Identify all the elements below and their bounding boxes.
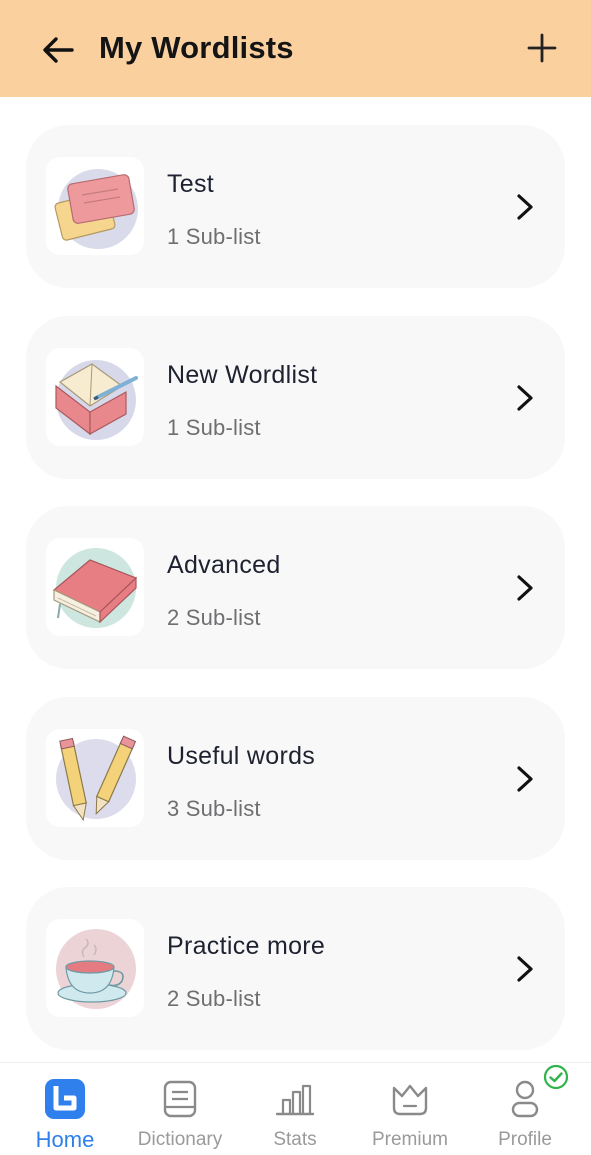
add-wordlist-button[interactable] xyxy=(522,28,562,68)
wordlist-thumbnail xyxy=(46,729,144,827)
bar-chart-icon xyxy=(273,1077,317,1121)
index-cards-icon xyxy=(54,169,138,249)
header-bar: My Wordlists xyxy=(0,0,591,97)
home-logo-icon xyxy=(43,1077,87,1121)
wordlist-thumbnail xyxy=(46,348,144,446)
nav-profile-label: Profile xyxy=(498,1129,552,1150)
dictionary-book-icon xyxy=(158,1077,202,1121)
wordlist-title: Advanced xyxy=(167,551,281,579)
wordlist-card[interactable]: Advanced 2 Sub-list xyxy=(26,506,565,669)
check-circle-icon xyxy=(543,1064,569,1090)
wordlist-sublist-count: 3 Sub-list xyxy=(167,796,261,821)
wordlist-sublist-count: 2 Sub-list xyxy=(167,986,261,1011)
wordlist-sublist-count: 2 Sub-list xyxy=(167,605,261,630)
chevron-right-icon xyxy=(517,575,533,601)
wordlist-title: New Wordlist xyxy=(167,361,318,389)
chevron-right-icon xyxy=(517,956,533,982)
wordlist-thumbnail xyxy=(46,157,144,255)
nav-premium-label: Premium xyxy=(371,1129,448,1150)
crown-icon xyxy=(388,1077,432,1121)
wordlist-card[interactable]: Useful words 3 Sub-list xyxy=(26,697,565,860)
chevron-right-icon xyxy=(517,385,533,411)
chevron-right-icon xyxy=(517,194,533,220)
nav-stats-label: Stats xyxy=(273,1129,317,1150)
wordlist-sublist-count: 1 Sub-list xyxy=(167,224,261,249)
wordlist-title: Test xyxy=(167,170,215,198)
wordlist-thumbnail xyxy=(46,919,144,1017)
teacup-icon xyxy=(56,929,136,1009)
wordlist-title: Useful words xyxy=(167,742,316,770)
wordlist-card[interactable]: Practice more 2 Sub-list xyxy=(26,887,565,1050)
wordlist-card[interactable]: Test 1 Sub-list xyxy=(26,125,565,288)
page-title: My Wordlists xyxy=(99,30,294,65)
nav-home[interactable]: Home xyxy=(6,1063,124,1155)
nav-dictionary-label: Dictionary xyxy=(137,1129,223,1150)
app-screen: My Wordlists Test 1 Sub-list New Wordlis… xyxy=(0,0,591,1155)
wordlist-thumbnail xyxy=(46,538,144,636)
plus-icon xyxy=(527,33,557,63)
wordlist-sublist-count: 1 Sub-list xyxy=(167,415,261,440)
wordlist-title: Practice more xyxy=(167,932,326,960)
bottom-navigation: Home Dictionary Stats Premium Profile xyxy=(0,1062,591,1155)
wordlist-card[interactable]: New Wordlist 1 Sub-list xyxy=(26,316,565,479)
person-icon xyxy=(503,1077,547,1121)
nav-home-label: Home xyxy=(35,1127,95,1152)
nav-stats[interactable]: Stats xyxy=(236,1063,354,1155)
chevron-right-icon xyxy=(517,766,533,792)
back-button[interactable] xyxy=(38,30,78,70)
book-icon xyxy=(52,548,138,628)
pencils-icon xyxy=(56,735,137,822)
nav-premium[interactable]: Premium xyxy=(351,1063,469,1155)
nav-dictionary[interactable]: Dictionary xyxy=(121,1063,239,1155)
arrow-left-icon xyxy=(43,37,74,63)
notebook-pen-icon xyxy=(55,360,138,440)
